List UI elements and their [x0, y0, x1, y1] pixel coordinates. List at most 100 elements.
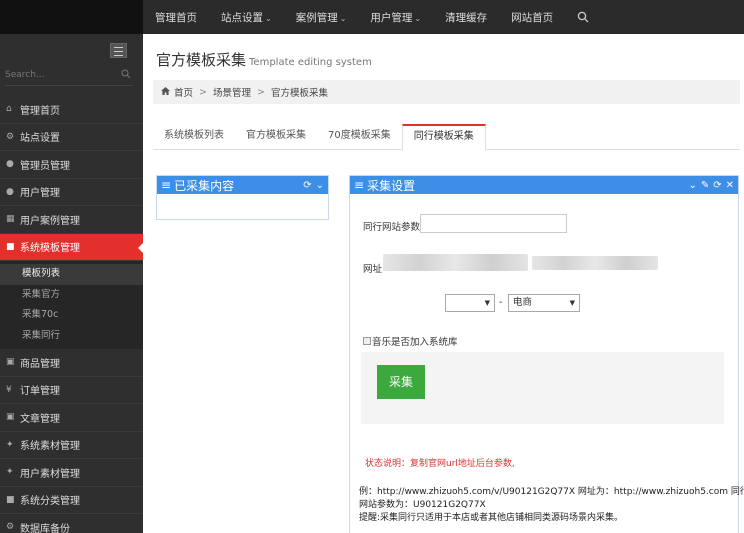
sidebar-item-label: 商品管理	[20, 358, 60, 370]
example-line-2: 网站参数为：U90121G2Q77X	[359, 500, 486, 510]
box-icon: ▣	[6, 412, 15, 423]
menu-icon: ≡	[161, 178, 172, 192]
tab-70du-collect[interactable]: 70度模板采集	[317, 124, 402, 149]
reminder-note: 提醒:采集同行只适用于本店或者其他店铺相同类源码场景内采集。	[359, 513, 624, 523]
main-content: 官方模板采集 Template editing system 首页 > 场景管理 …	[143, 34, 744, 533]
wrench-icon[interactable]: ✎	[701, 180, 709, 191]
collect-area: 采集	[361, 352, 724, 424]
peer-param-input[interactable]	[420, 214, 567, 233]
sidebar-subitem-template-list[interactable]: 模板列表	[0, 264, 143, 285]
sidebar-item-user-manage[interactable]: ● 用户管理	[0, 179, 143, 206]
refresh-icon[interactable]: ⟳	[303, 180, 311, 191]
breadcrumb-separator: >	[199, 86, 207, 98]
sidebar-item-home[interactable]: ⌂ 管理首页	[0, 96, 143, 124]
sidebar-subitem-collect-official[interactable]: 采集官方	[0, 285, 143, 306]
tab-bar: 系统模板列表 官方模板采集 70度模板采集 同行模板采集	[153, 124, 740, 151]
topnav-site-settings[interactable]: 站点设置 ⌄	[209, 10, 284, 25]
tab-system-templates[interactable]: 系统模板列表	[153, 124, 235, 149]
page-subtitle: Template editing system	[249, 57, 372, 68]
sidebar-item-label: 管理首页	[20, 105, 60, 117]
topnav-clear-cache[interactable]: 清理缓存	[433, 10, 499, 25]
example-line-1: 例：http://www.zhizuoh5.com/v/U90121G2Q77X…	[359, 487, 744, 497]
panel-header: ≡ 已采集内容 ⟳ ⌄	[157, 176, 328, 194]
search-icon[interactable]	[121, 69, 131, 82]
chevron-down-icon[interactable]: ⌄	[688, 180, 696, 191]
sidebar-submenu: 模板列表 采集官方 采集70c 采集同行	[0, 261, 143, 349]
home-icon	[161, 86, 170, 98]
refresh-icon[interactable]: ⟳	[713, 180, 721, 191]
top-bar: 管理首页 站点设置 ⌄ 案例管理 ⌄ 用户管理 ⌄ 清理缓存 网站首页	[0, 0, 744, 34]
sidebar-subitem-collect-70c[interactable]: 采集70c	[0, 305, 143, 326]
user-icon: ●	[6, 159, 14, 170]
sidebar-item-label: 订单管理	[20, 386, 60, 398]
page-title-text: 官方模板采集	[156, 51, 247, 69]
status-note: 状态说明：复制官网url地址后台参数,	[365, 459, 515, 469]
tab-peer-collect[interactable]: 同行模板采集	[401, 124, 486, 151]
sidebar-search[interactable]: Search...	[5, 68, 133, 86]
panel-title: 已采集内容	[174, 178, 235, 193]
collect-button[interactable]: 采集	[377, 365, 425, 399]
panel-header: ≡ 采集设置 ⌄ ✎ ⟳ ✕	[350, 176, 738, 194]
chevron-down-icon: ⌄	[414, 13, 422, 23]
sidebar-item-db-backup[interactable]: ⚙ 数据库备份	[0, 514, 143, 533]
sidebar-item-system-assets[interactable]: ✦ 系统素材管理	[0, 432, 143, 459]
sidebar-item-site-settings[interactable]: ⚙ 站点设置	[0, 124, 143, 151]
url-suffix-blurred	[532, 256, 658, 270]
sidebar-item-label: 系统模板管理	[20, 243, 80, 255]
sidebar-item-system-templates[interactable]: ■ 系统模板管理	[0, 233, 143, 261]
topnav-label: 用户管理	[370, 11, 413, 24]
sidebar-subitem-collect-peer[interactable]: 采集同行	[0, 326, 143, 347]
menu-icon: ≡	[354, 178, 365, 192]
sidebar: Search... ⌂ 管理首页 ⚙ 站点设置 ● 管理员管理 ● 用户管理 ▦ 用户案例…	[0, 34, 143, 533]
category-select-1[interactable]: ▼	[445, 294, 495, 312]
breadcrumb-home[interactable]: 首页	[174, 85, 193, 99]
topnav-label: 站点设置	[221, 11, 263, 24]
breadcrumb-scenes[interactable]: 场景管理	[213, 85, 251, 99]
sidebar-search-input[interactable]: Search...	[5, 70, 45, 80]
sidebar-item-label: 数据库备份	[20, 523, 70, 533]
user-icon: ●	[6, 186, 14, 197]
close-icon[interactable]: ✕	[726, 180, 734, 191]
sidebar-item-user-assets[interactable]: ✦ 用户素材管理	[0, 459, 143, 487]
sidebar-item-label: 用户素材管理	[20, 468, 80, 480]
brand-logo	[0, 0, 143, 34]
url-input-blurred[interactable]	[383, 254, 528, 271]
sidebar-item-system-categories[interactable]: ■ 系统分类管理	[0, 487, 143, 514]
chevron-down-icon: ⌄	[339, 13, 347, 23]
top-nav: 管理首页 站点设置 ⌄ 案例管理 ⌄ 用户管理 ⌄ 清理缓存 网站首页	[143, 0, 601, 34]
sidebar-item-admin-manage[interactable]: ● 管理员管理	[0, 151, 143, 179]
topnav-home[interactable]: 管理首页	[143, 10, 209, 25]
music-checkbox[interactable]	[363, 337, 371, 345]
chevron-down-icon[interactable]: ⌄	[316, 180, 324, 191]
search-icon[interactable]	[565, 11, 601, 23]
url-label: 网址	[363, 264, 383, 275]
select-value: 电商	[513, 297, 533, 308]
tab-official-collect[interactable]: 官方模板采集	[235, 124, 317, 149]
sidebar-menu: ⌂ 管理首页 ⚙ 站点设置 ● 管理员管理 ● 用户管理 ▦ 用户案例管理 ■ 系统模板管理…	[0, 96, 143, 533]
sidebar-item-user-cases[interactable]: ▦ 用户案例管理	[0, 206, 143, 234]
category-select-2[interactable]: 电商 ▼	[508, 294, 580, 312]
sidebar-item-label: 用户管理	[20, 188, 60, 200]
collect-settings-panel: ≡ 采集设置 ⌄ ✎ ⟳ ✕ 同行网站参数: 网址 ▼ - 电商 ▼ 音乐是否加入…	[349, 175, 744, 533]
peer-param-label: 同行网站参数:	[363, 222, 424, 233]
gift-icon: ✦	[6, 467, 14, 478]
sidebar-item-articles[interactable]: ▣ 文章管理	[0, 404, 143, 432]
gears-icon: ⚙	[6, 522, 15, 533]
topnav-user-manage[interactable]: 用户管理 ⌄	[358, 10, 433, 25]
sidebar-item-orders[interactable]: ¥ 订单管理	[0, 377, 143, 404]
select-separator: -	[499, 297, 503, 308]
panel-title: 采集设置	[367, 178, 416, 193]
chevron-down-icon: ⌄	[265, 13, 272, 23]
sidebar-item-goods[interactable]: ▣ 商品管理	[0, 349, 143, 377]
breadcrumb: 首页 > 场景管理 > 官方模板采集	[153, 80, 740, 104]
music-label: 音乐是否加入系统库	[372, 337, 458, 348]
topnav-case-manage[interactable]: 案例管理 ⌄	[284, 10, 359, 25]
gift-icon: ✦	[6, 439, 14, 450]
briefcase-icon: ■	[6, 241, 15, 252]
sidebar-item-label: 系统素材管理	[20, 441, 80, 453]
sidebar-toggle-icon[interactable]	[110, 43, 127, 58]
home-icon: ⌂	[6, 104, 12, 115]
sidebar-item-label: 文章管理	[20, 413, 60, 425]
topnav-label: 网站首页	[511, 11, 554, 24]
topnav-site-home[interactable]: 网站首页	[499, 10, 565, 25]
